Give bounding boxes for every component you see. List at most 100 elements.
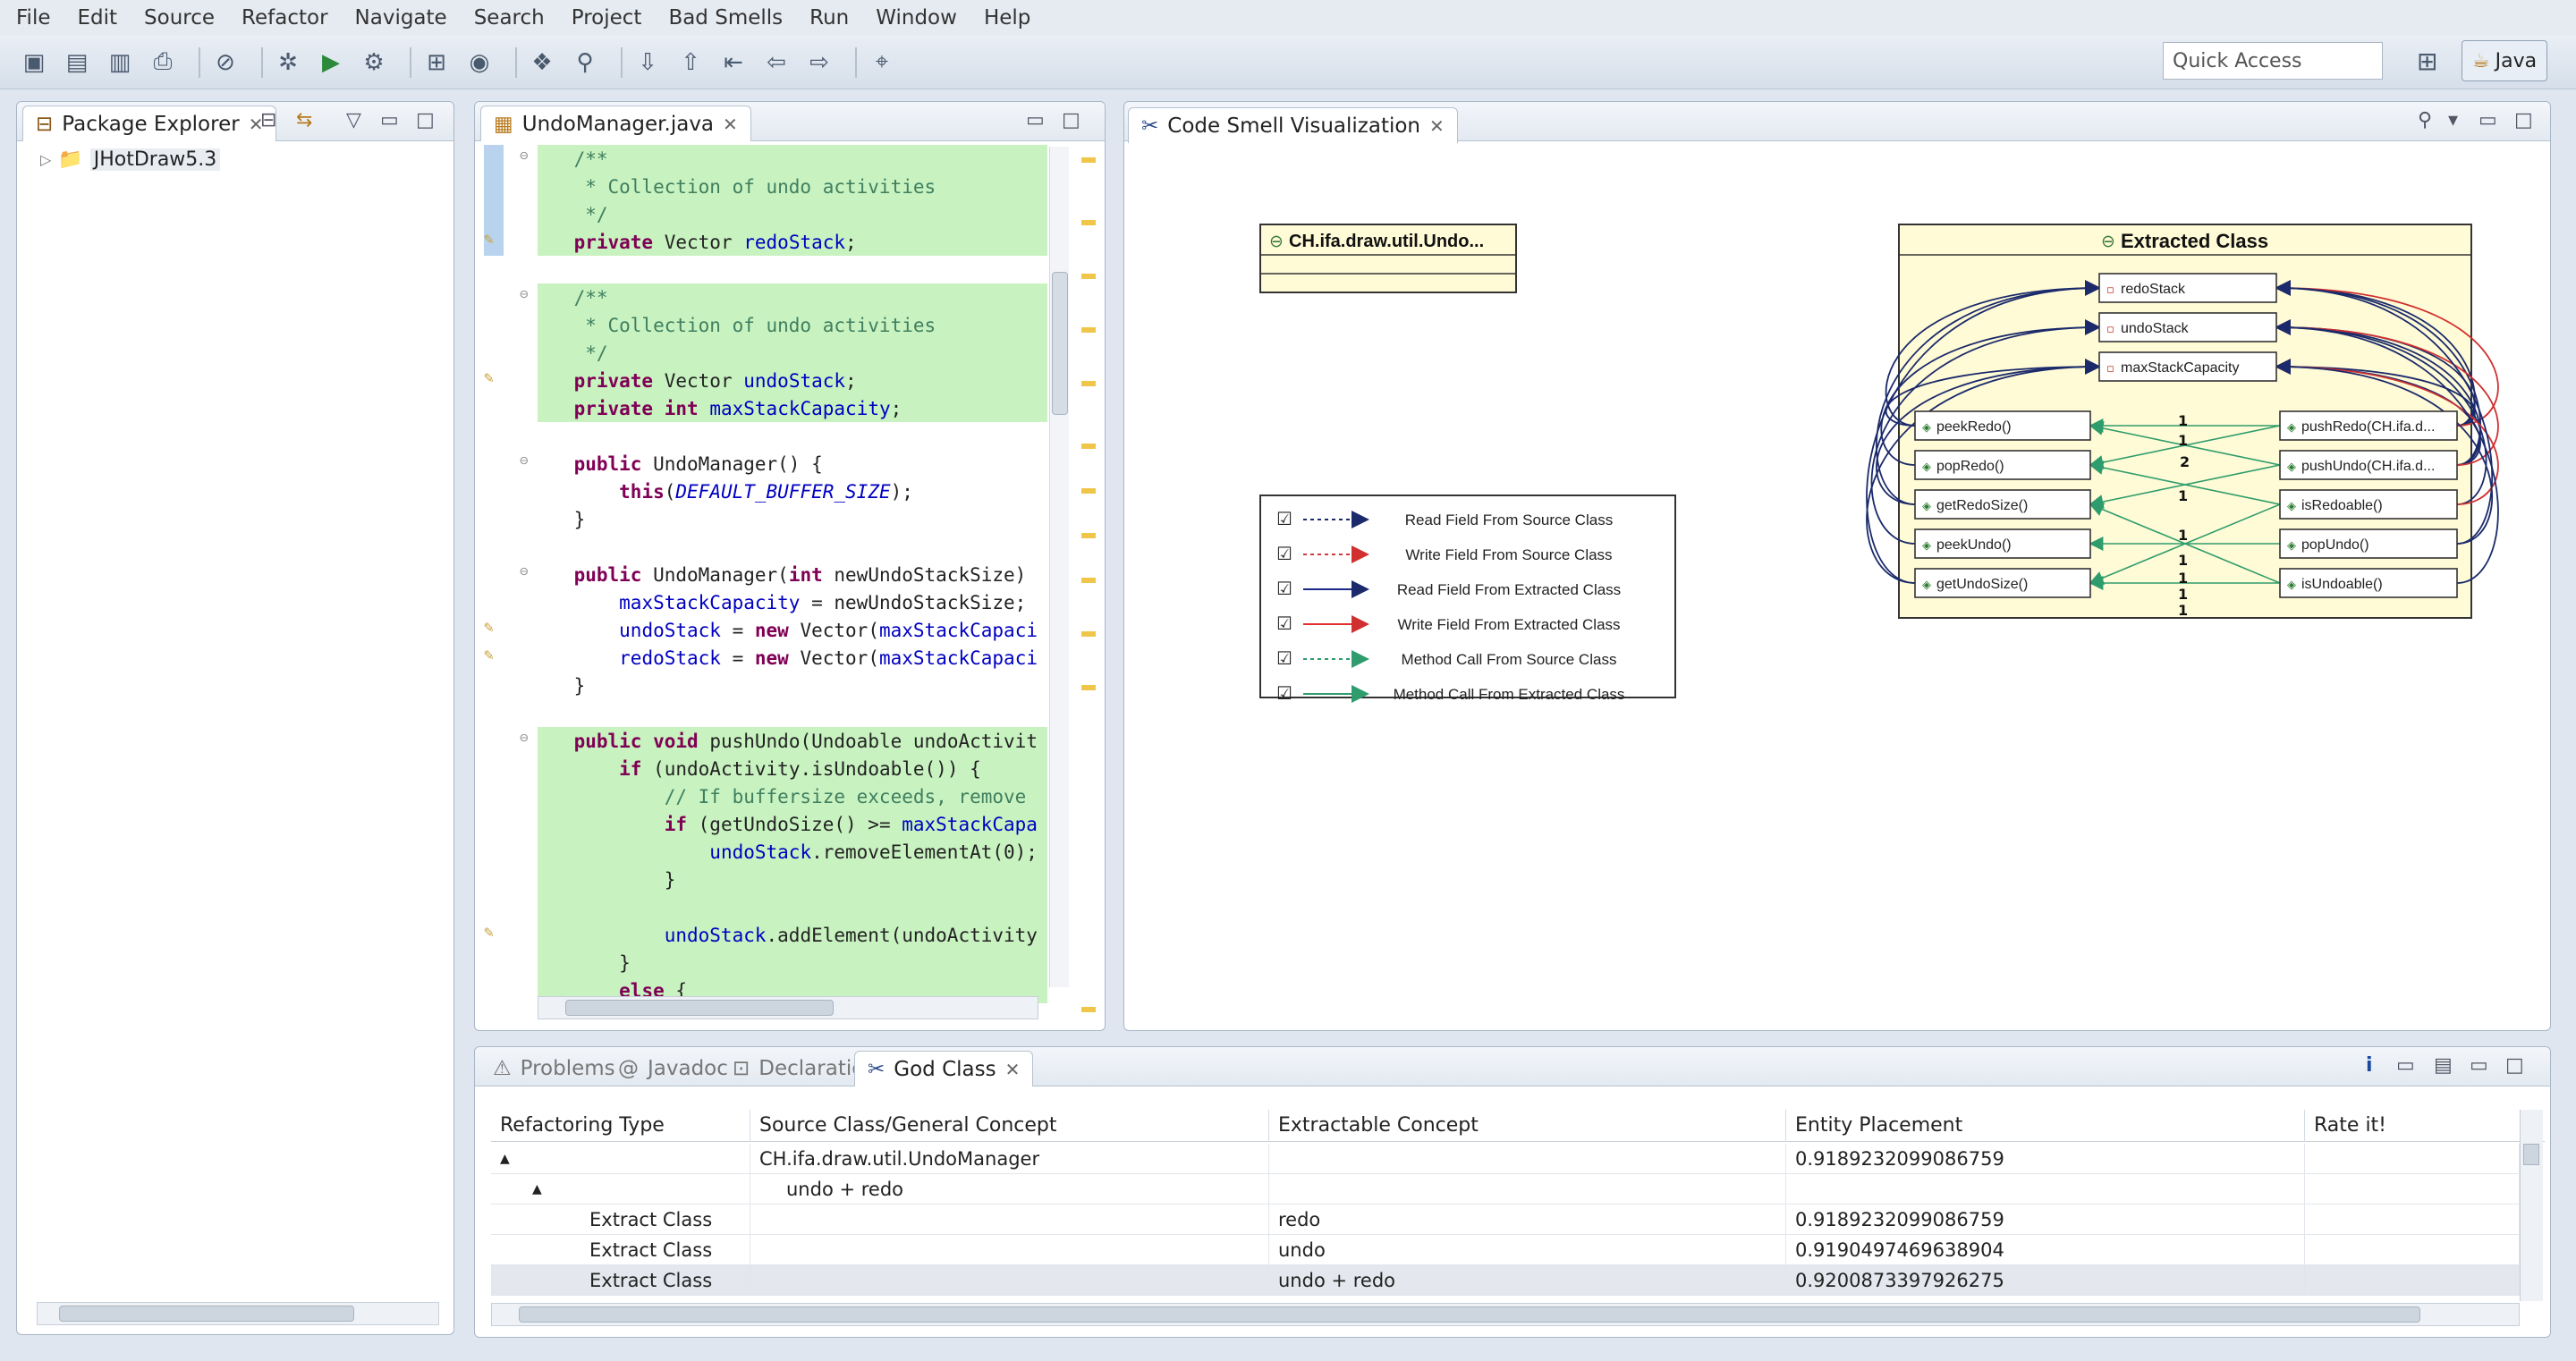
close-icon[interactable]: ✕ bbox=[723, 114, 738, 135]
cell-rate-it[interactable] bbox=[2305, 1265, 2520, 1296]
minimize-icon[interactable]: ▭ bbox=[2470, 1054, 2488, 1077]
debug-icon[interactable]: ✲ bbox=[272, 46, 304, 79]
overview-marker[interactable] bbox=[1081, 488, 1096, 494]
legend-checkbox[interactable]: ☑ bbox=[1276, 647, 1292, 669]
legend-checkbox[interactable]: ☑ bbox=[1276, 543, 1292, 564]
marker-icon[interactable]: ✎ bbox=[484, 230, 494, 249]
link-editor-icon[interactable]: ⇆ bbox=[296, 109, 312, 131]
column-extractable-concept[interactable]: Extractable Concept bbox=[1269, 1110, 1786, 1142]
skip-breakpoints-icon[interactable]: ⊘ bbox=[209, 46, 242, 79]
legend-checkbox[interactable]: ☑ bbox=[1276, 682, 1292, 704]
save-icon[interactable]: ▤ bbox=[2434, 1054, 2453, 1077]
menu-help[interactable]: Help bbox=[984, 6, 1030, 30]
overview-marker[interactable] bbox=[1081, 381, 1096, 386]
menu-file[interactable]: File bbox=[16, 6, 51, 30]
method-node[interactable]: ◈ isRedoable() bbox=[2279, 489, 2458, 520]
external-tools-icon[interactable]: ⚙ bbox=[358, 46, 390, 79]
method-node[interactable]: ◈ popRedo() bbox=[1914, 450, 2091, 480]
tree-item-project[interactable]: ▷ 📁 JHotDraw5.3 bbox=[40, 148, 221, 171]
minimize-icon[interactable]: ▭ bbox=[380, 109, 399, 131]
cell-rate-it[interactable] bbox=[2305, 1144, 2520, 1174]
overview-marker[interactable] bbox=[1081, 631, 1096, 637]
save-icon[interactable]: ▤ bbox=[61, 46, 93, 79]
marker-icon[interactable]: ✎ bbox=[484, 923, 494, 942]
new-class-icon[interactable]: ◉ bbox=[463, 46, 496, 79]
forward-icon[interactable]: ⇨ bbox=[803, 46, 835, 79]
column-refactoring-type[interactable]: Refactoring Type bbox=[491, 1110, 750, 1142]
horizontal-scrollbar[interactable] bbox=[37, 1302, 439, 1325]
vertical-scrollbar[interactable] bbox=[2520, 1110, 2543, 1301]
class-diagram-canvas[interactable]: ⊖ CH.ifa.draw.util.Undo... ☑ Read Field F… bbox=[1124, 141, 2550, 1030]
info-icon[interactable]: i bbox=[2366, 1054, 2373, 1077]
fold-icon[interactable]: ⊖ bbox=[520, 562, 529, 579]
new-icon[interactable]: ▣ bbox=[18, 46, 50, 79]
zoom-icon[interactable]: ⚲ bbox=[2418, 109, 2432, 131]
legend-checkbox[interactable]: ☑ bbox=[1276, 508, 1292, 529]
menu-window[interactable]: Window bbox=[876, 6, 957, 30]
panel-icon[interactable]: ▭ bbox=[2396, 1054, 2415, 1077]
tab-package-explorer[interactable]: ⊟ Package Explorer ✕ bbox=[22, 106, 277, 141]
column-source-class[interactable]: Source Class/General Concept bbox=[750, 1110, 1269, 1142]
open-type-icon[interactable]: ❖ bbox=[526, 46, 558, 79]
column-rate-it[interactable]: Rate it! bbox=[2305, 1110, 2520, 1142]
view-menu-icon[interactable]: ▽ bbox=[346, 109, 361, 131]
maximize-icon[interactable]: □ bbox=[416, 109, 435, 131]
search-icon[interactable]: ⚲ bbox=[569, 46, 601, 79]
menu-navigate[interactable]: Navigate bbox=[355, 6, 447, 30]
menu-search[interactable]: Search bbox=[474, 6, 545, 30]
minimize-icon[interactable]: ▭ bbox=[2479, 109, 2497, 131]
overview-marker[interactable] bbox=[1081, 327, 1096, 333]
cell-rate-it[interactable] bbox=[2305, 1174, 2520, 1205]
open-perspective-icon[interactable]: ⊞ bbox=[2417, 46, 2437, 76]
code-area[interactable]: /** * Collection of undo activities */ p… bbox=[475, 141, 1105, 1003]
back-icon[interactable]: ⇦ bbox=[760, 46, 792, 79]
pin-icon[interactable]: ⌖ bbox=[866, 46, 898, 79]
scrollbar-thumb[interactable] bbox=[565, 1000, 834, 1016]
close-icon[interactable]: ✕ bbox=[1005, 1059, 1021, 1080]
vertical-scrollbar[interactable] bbox=[1049, 147, 1069, 987]
tab-undomanager-java[interactable]: ▦ UndoManager.java ✕ bbox=[480, 106, 751, 141]
expand-icon[interactable]: ▷ bbox=[40, 151, 51, 168]
tab-code-smell-visualization[interactable]: ✂ Code Smell Visualization ✕ bbox=[1128, 107, 1458, 143]
marker-icon[interactable]: ✎ bbox=[484, 368, 494, 387]
overview-marker[interactable] bbox=[1081, 578, 1096, 583]
scrollbar-thumb[interactable] bbox=[519, 1306, 2420, 1323]
next-annotation-icon[interactable]: ⇩ bbox=[631, 46, 664, 79]
print-icon[interactable]: ⎙ bbox=[147, 46, 179, 79]
table-row[interactable]: Extract Class undo + redo 0.92008733979262… bbox=[491, 1265, 2520, 1296]
overview-marker[interactable] bbox=[1081, 685, 1096, 690]
overview-marker[interactable] bbox=[1081, 444, 1096, 449]
menu-project[interactable]: Project bbox=[572, 6, 642, 30]
tab-god-class[interactable]: ✂ God Class ✕ bbox=[854, 1051, 1034, 1086]
last-edit-icon[interactable]: ⇤ bbox=[717, 46, 750, 79]
overview-marker[interactable] bbox=[1081, 274, 1096, 279]
collapse-all-icon[interactable]: ⊟ bbox=[260, 109, 276, 131]
legend-checkbox[interactable]: ☑ bbox=[1276, 613, 1292, 634]
overview-marker[interactable] bbox=[1081, 533, 1096, 538]
scrollbar-thumb[interactable] bbox=[59, 1306, 354, 1322]
close-icon[interactable]: ✕ bbox=[1429, 115, 1445, 137]
field-node[interactable]: ▫ maxStackCapacity bbox=[2098, 351, 2277, 382]
legend-checkbox[interactable]: ☑ bbox=[1276, 578, 1292, 599]
view-menu-icon[interactable]: ▾ bbox=[2448, 109, 2458, 131]
cell-rate-it[interactable] bbox=[2305, 1235, 2520, 1265]
java-perspective-button[interactable]: ☕ Java bbox=[2462, 40, 2547, 81]
marker-icon[interactable]: ✎ bbox=[484, 646, 494, 664]
prev-annotation-icon[interactable]: ⇧ bbox=[674, 46, 707, 79]
table-row[interactable]: Extract Class undo 0.9190497469638904 bbox=[491, 1235, 2520, 1265]
method-node[interactable]: ◈ popUndo() bbox=[2279, 528, 2458, 559]
method-node[interactable]: ◈ getRedoSize() bbox=[1914, 489, 2091, 520]
source-class-box[interactable]: ⊖ CH.ifa.draw.util.Undo... bbox=[1259, 224, 1517, 293]
cell-rate-it[interactable] bbox=[2305, 1205, 2520, 1235]
menu-bad-smells[interactable]: Bad Smells bbox=[668, 6, 783, 30]
overview-marker[interactable] bbox=[1081, 1007, 1096, 1012]
field-node[interactable]: ▫ undoStack bbox=[2098, 312, 2277, 342]
save-all-icon[interactable]: ▥ bbox=[104, 46, 136, 79]
marker-icon[interactable]: ✎ bbox=[484, 618, 494, 637]
field-node[interactable]: ▫ redoStack bbox=[2098, 273, 2277, 303]
overview-marker[interactable] bbox=[1081, 157, 1096, 163]
fold-icon[interactable]: ⊖ bbox=[520, 729, 529, 746]
maximize-icon[interactable]: □ bbox=[1062, 109, 1080, 131]
method-node[interactable]: ◈ getUndoSize() bbox=[1914, 568, 2091, 598]
fold-icon[interactable]: ⊖ bbox=[520, 452, 529, 469]
